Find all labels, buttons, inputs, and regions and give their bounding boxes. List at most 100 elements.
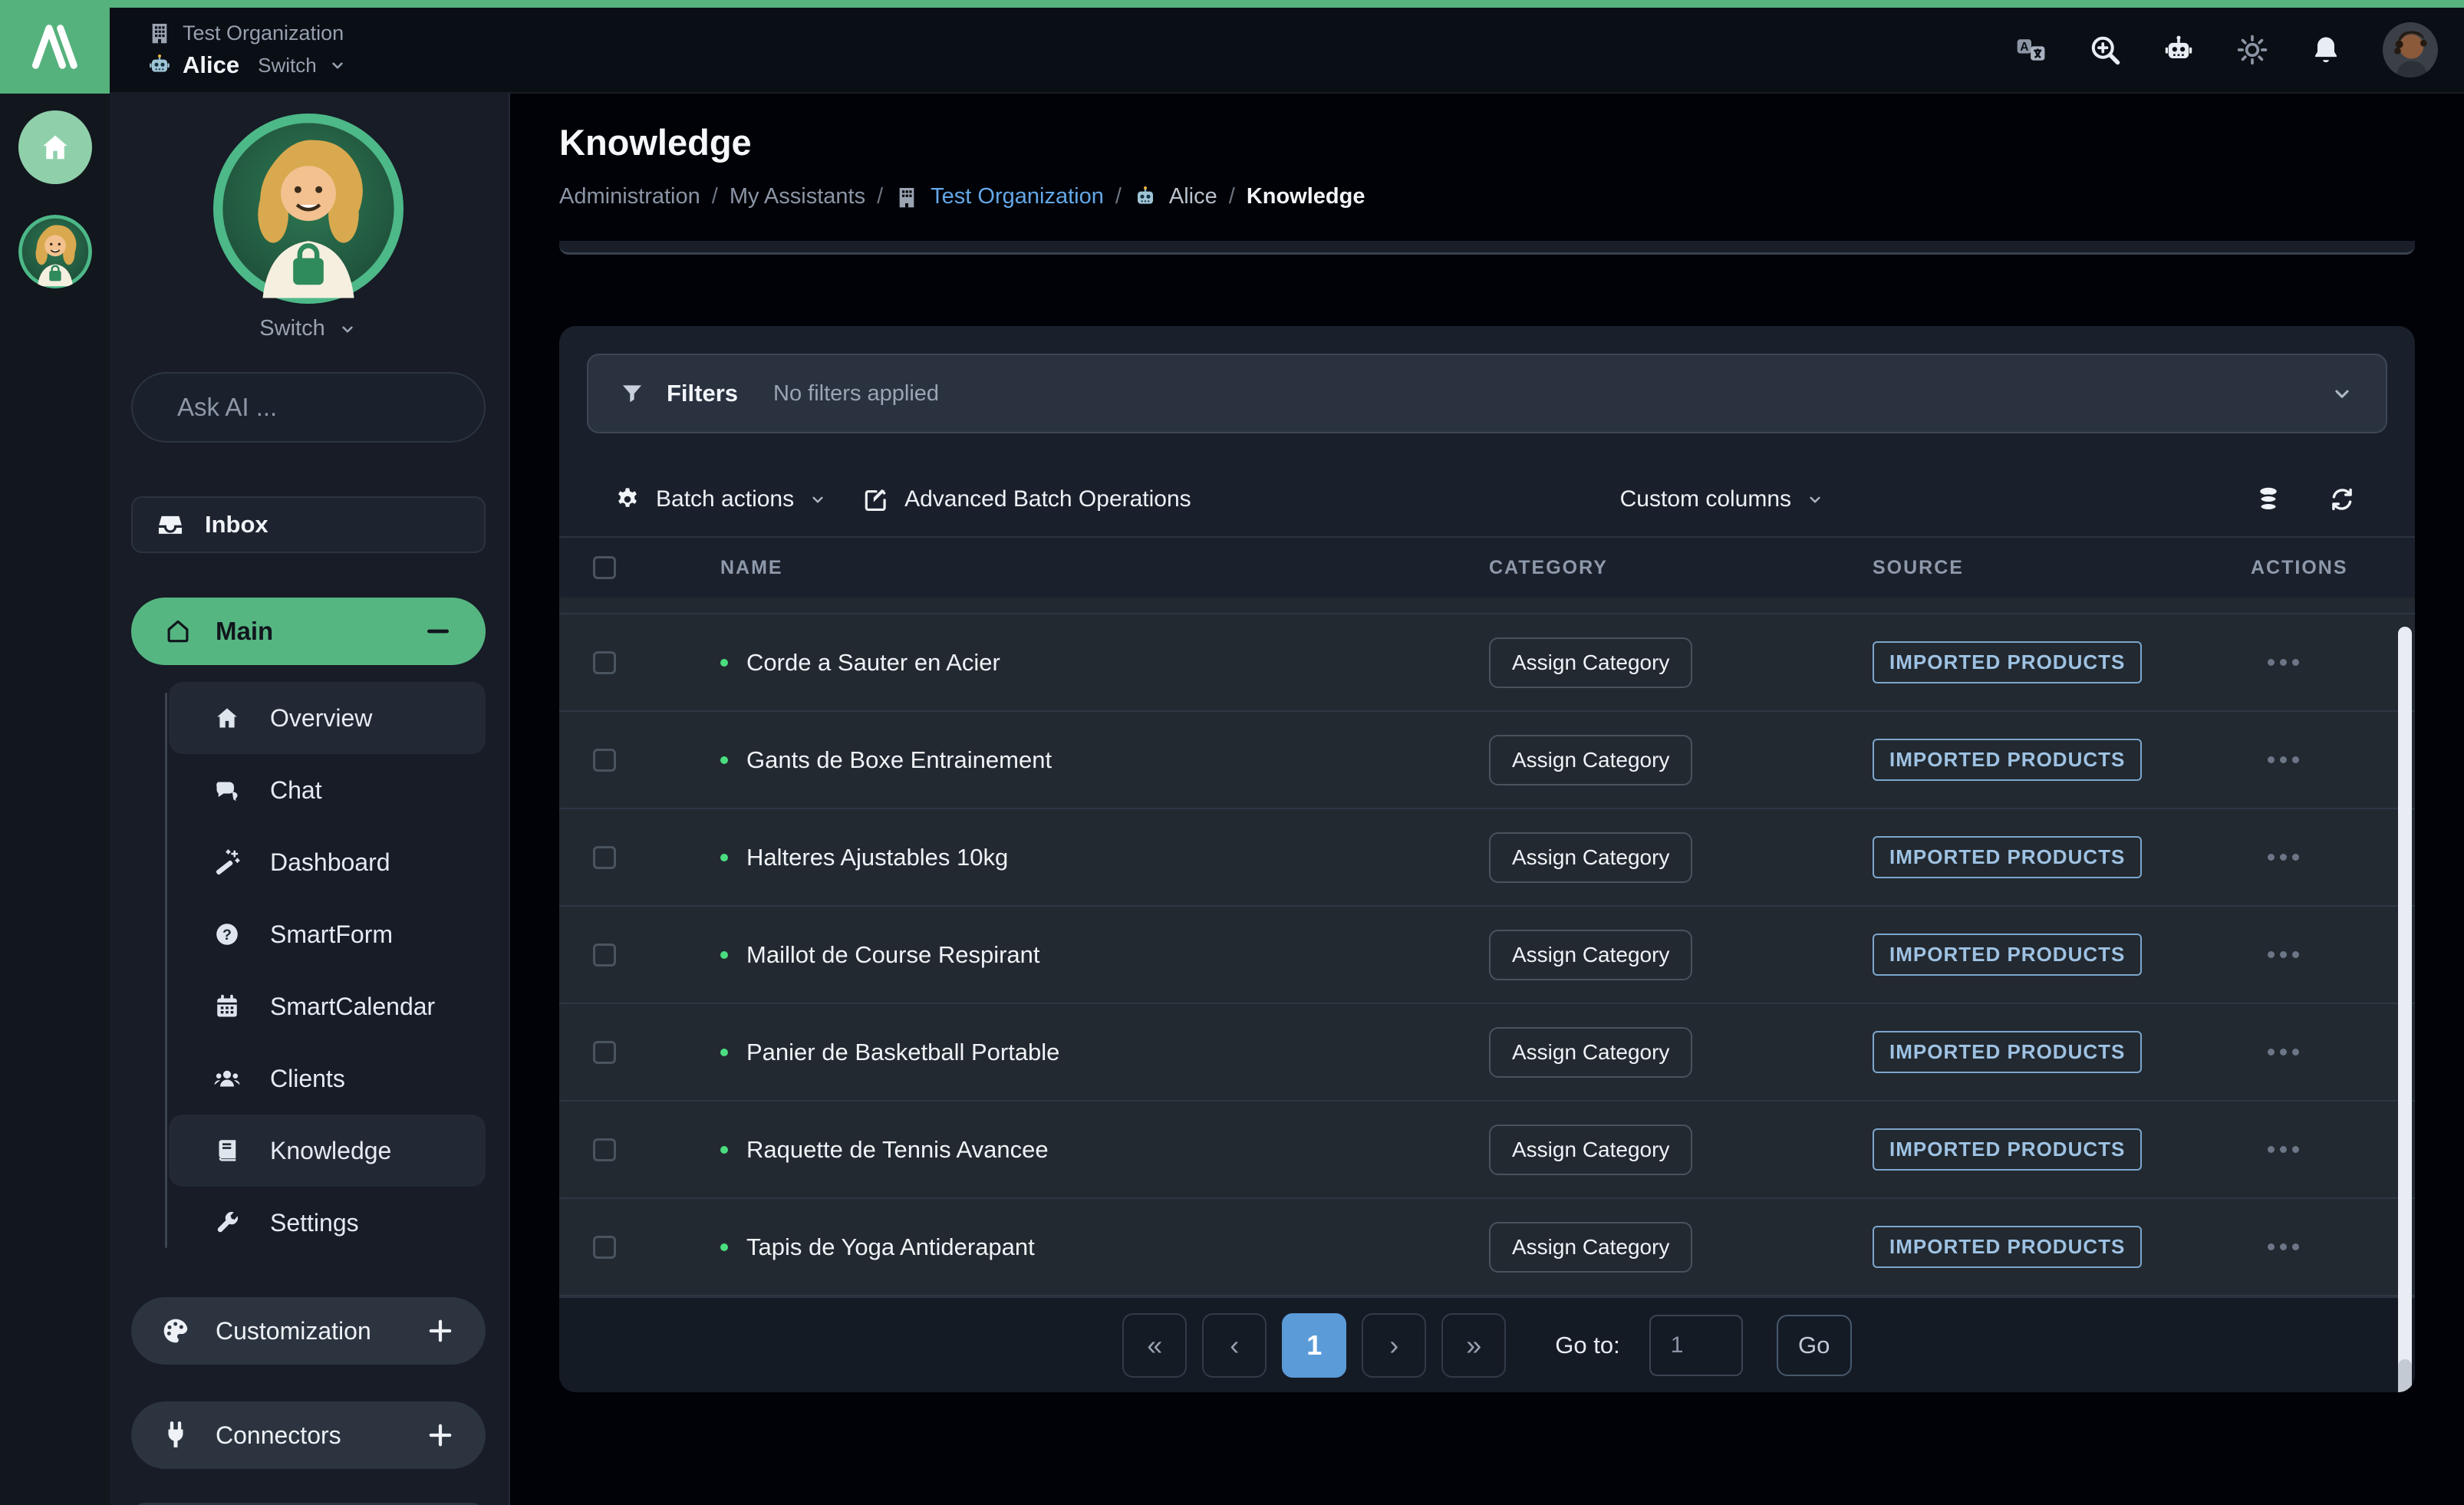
assistant-avatar[interactable] [213, 114, 404, 304]
sidebar-item-clients[interactable]: Clients [169, 1042, 486, 1115]
breadcrumb-organization[interactable]: Test Organization [931, 184, 1104, 209]
filters-status: No filters applied [773, 381, 939, 407]
plug-icon [160, 1420, 191, 1451]
translate-icon[interactable]: A [2014, 33, 2048, 67]
row-actions-menu-button[interactable] [2260, 1236, 2307, 1258]
theme-sun-icon[interactable] [2235, 33, 2269, 67]
assistant-name: Alice [183, 51, 239, 79]
row-actions-menu-button[interactable] [2260, 749, 2307, 771]
assign-category-button[interactable]: Assign Category [1489, 1222, 1692, 1273]
row-name[interactable]: Tapis de Yoga Antiderapant [746, 1233, 1035, 1261]
table-scrollbar-track[interactable] [2398, 627, 2412, 1392]
zoom-search-icon[interactable] [2088, 33, 2122, 67]
table-row[interactable]: Panier de Basketball Portable Assign Cat… [559, 1004, 2415, 1102]
sidebar-section-main[interactable]: Main [131, 598, 486, 665]
sidebar-switch-button[interactable]: Switch [131, 316, 486, 341]
assign-category-button[interactable]: Assign Category [1489, 735, 1692, 785]
sidebar-item-chat[interactable]: Chat [169, 754, 486, 826]
page-title: Knowledge [559, 121, 752, 163]
table-row[interactable]: Raquette de Tennis Avancee Assign Catego… [559, 1102, 2415, 1199]
pagination-prev-button[interactable]: ‹ [1202, 1313, 1267, 1378]
gear-icon [613, 485, 642, 514]
filters-accordion[interactable]: Filters No filters applied [587, 354, 2387, 433]
row-checkbox[interactable] [593, 1236, 616, 1259]
assign-category-button[interactable]: Assign Category [1489, 832, 1692, 883]
row-checkbox[interactable] [593, 749, 616, 772]
advanced-batch-operations-button[interactable]: Advanced Batch Operations [861, 485, 1191, 514]
row-actions-menu-button[interactable] [2260, 944, 2307, 966]
row-checkbox[interactable] [593, 1041, 616, 1064]
sidebar-item-dashboard[interactable]: Dashboard [169, 826, 486, 898]
sidebar-inbox-button[interactable]: Inbox [131, 496, 486, 553]
sidebar-item-settings[interactable]: Settings [169, 1187, 486, 1259]
sidebar-switch-label: Switch [259, 316, 324, 341]
table-row[interactable]: Gants de Boxe Entrainement Assign Catego… [559, 712, 2415, 809]
expand-plus-icon[interactable] [424, 1419, 456, 1451]
sidebar-item-knowledge[interactable]: Knowledge [169, 1115, 486, 1187]
chevron-down-icon[interactable] [2329, 380, 2355, 407]
sidebar-item-label: Clients [270, 1065, 345, 1093]
table-scrollbar-thumb[interactable] [2398, 1359, 2412, 1392]
row-name[interactable]: Panier de Basketball Portable [746, 1039, 1059, 1066]
table-row[interactable]: Tapis de Yoga Antiderapant Assign Catego… [559, 1199, 2415, 1296]
row-actions-menu-button[interactable] [2260, 1041, 2307, 1063]
row-checkbox[interactable] [593, 846, 616, 869]
sidebar-item-overview[interactable]: Overview [169, 682, 486, 754]
row-name[interactable]: Corde a Sauter en Acier [746, 649, 1000, 677]
sidebar-section-connectors[interactable]: Connectors [131, 1401, 486, 1469]
table-row[interactable]: Maillot de Course Respirant Assign Categ… [559, 907, 2415, 1004]
table-row[interactable]: Halteres Ajustables 10kg Assign Category… [559, 809, 2415, 907]
sidebar-section-customization[interactable]: Customization [131, 1297, 486, 1365]
goto-page-input[interactable] [1649, 1315, 1743, 1376]
sidebar-item-smartform[interactable]: ? SmartForm [169, 898, 486, 970]
row-checkbox[interactable] [593, 1138, 616, 1161]
assign-category-button[interactable]: Assign Category [1489, 930, 1692, 980]
row-actions-menu-button[interactable] [2260, 846, 2307, 868]
breadcrumb-administration[interactable]: Administration [559, 184, 700, 209]
user-avatar[interactable] [2383, 22, 2438, 77]
column-header-category[interactable]: CATEGORY [1489, 557, 1873, 579]
data-stack-icon[interactable] [2254, 485, 2283, 514]
assign-category-button[interactable]: Assign Category [1489, 1027, 1692, 1078]
goto-page-go-button[interactable]: Go [1777, 1315, 1852, 1376]
pagination-page-1-button[interactable]: 1 [1282, 1313, 1346, 1378]
table-row[interactable]: Corde a Sauter en Acier Assign Category … [559, 614, 2415, 712]
row-actions-menu-button[interactable] [2260, 651, 2307, 673]
row-actions-menu-button[interactable] [2260, 1138, 2307, 1161]
expand-plus-icon[interactable] [424, 1315, 456, 1347]
notifications-bell-icon[interactable] [2309, 33, 2343, 67]
collapse-minus-icon[interactable] [423, 616, 453, 647]
sidebar-item-label: Chat [270, 776, 322, 805]
ask-ai-input[interactable] [177, 393, 503, 422]
batch-actions-button[interactable]: Batch actions [613, 485, 828, 514]
row-checkbox[interactable] [593, 944, 616, 967]
pagination-next-button[interactable]: › [1362, 1313, 1426, 1378]
breadcrumb-assistant[interactable]: Alice [1169, 184, 1217, 209]
rail-home-button[interactable] [18, 110, 92, 184]
row-name[interactable]: Raquette de Tennis Avancee [746, 1136, 1049, 1164]
column-header-name[interactable]: NAME [693, 557, 1489, 579]
breadcrumb-my-assistants[interactable]: My Assistants [730, 184, 865, 209]
pagination-first-button[interactable]: « [1122, 1313, 1187, 1378]
row-checkbox[interactable] [593, 651, 616, 674]
chevron-down-icon [338, 319, 357, 339]
select-all-checkbox[interactable] [593, 556, 616, 579]
assistant-robot-icon[interactable] [2162, 33, 2196, 67]
ask-ai-search[interactable] [131, 372, 486, 443]
source-badge: IMPORTED PRODUCTS [1873, 739, 2142, 781]
rail-assistant-avatar[interactable] [18, 215, 92, 288]
pagination-last-button[interactable]: » [1441, 1313, 1506, 1378]
refresh-icon[interactable] [2327, 485, 2357, 514]
status-dot [720, 756, 728, 764]
column-header-source[interactable]: SOURCE [1873, 557, 2237, 579]
row-name[interactable]: Gants de Boxe Entrainement [746, 746, 1052, 774]
chevron-down-icon [328, 55, 348, 75]
assistant-switcher[interactable]: Alice Switch [147, 51, 348, 79]
assign-category-button[interactable]: Assign Category [1489, 1125, 1692, 1175]
row-name[interactable]: Maillot de Course Respirant [746, 941, 1040, 969]
app-logo[interactable] [0, 0, 110, 94]
assign-category-button[interactable]: Assign Category [1489, 637, 1692, 688]
sidebar-item-smartcalendar[interactable]: SmartCalendar [169, 970, 486, 1042]
row-name[interactable]: Halteres Ajustables 10kg [746, 844, 1008, 871]
custom-columns-button[interactable]: Custom columns [1620, 486, 1825, 512]
